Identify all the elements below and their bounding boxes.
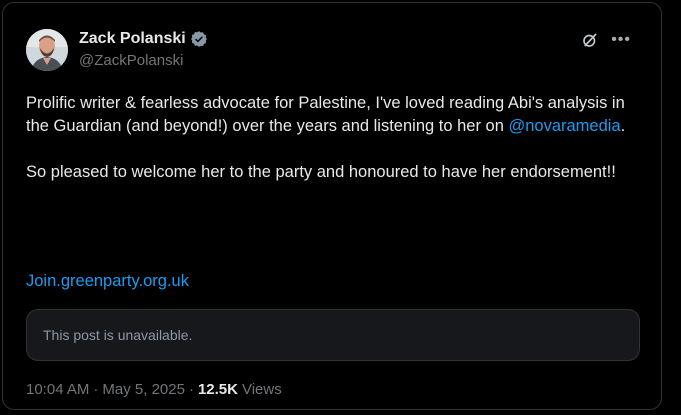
quoted-post-unavailable: This post is unavailable. <box>26 309 640 361</box>
verified-badge-icon[interactable] <box>190 30 208 48</box>
mention-link[interactable]: @novaramedia <box>508 117 620 135</box>
avatar-image <box>26 29 68 71</box>
post-actions: ••• <box>581 31 631 49</box>
views-label: Views <box>241 381 282 398</box>
external-link[interactable]: Join.greenparty.org.uk <box>26 272 189 291</box>
post-time[interactable]: 10:04 AM <box>26 381 89 398</box>
grok-icon[interactable] <box>581 31 599 49</box>
author-row: Zack Polanski <box>79 30 208 48</box>
avatar[interactable] <box>26 29 68 71</box>
post-date[interactable]: May 5, 2025 <box>102 381 185 398</box>
post-paragraph-1: Prolific writer & fearless advocate for … <box>26 92 641 138</box>
post-text: Prolific writer & fearless advocate for … <box>26 92 641 184</box>
unavailable-text: This post is unavailable. <box>43 327 193 343</box>
post-meta: 10:04 AM · May 5, 2025 · 12.5K Views <box>26 381 282 398</box>
post-text-part-2: . <box>620 117 626 135</box>
meta-separator: · <box>93 381 99 398</box>
author-handle[interactable]: @ZackPolanski <box>79 52 183 69</box>
post-card[interactable]: Zack Polanski @ZackPolanski ••• Prolific… <box>2 2 662 410</box>
more-icon[interactable]: ••• <box>611 32 631 48</box>
post-paragraph-2: So pleased to welcome her to the party a… <box>26 163 616 181</box>
views-count[interactable]: 12.5K <box>198 381 238 398</box>
meta-separator-2: · <box>188 381 194 398</box>
author-name[interactable]: Zack Polanski <box>79 30 186 48</box>
